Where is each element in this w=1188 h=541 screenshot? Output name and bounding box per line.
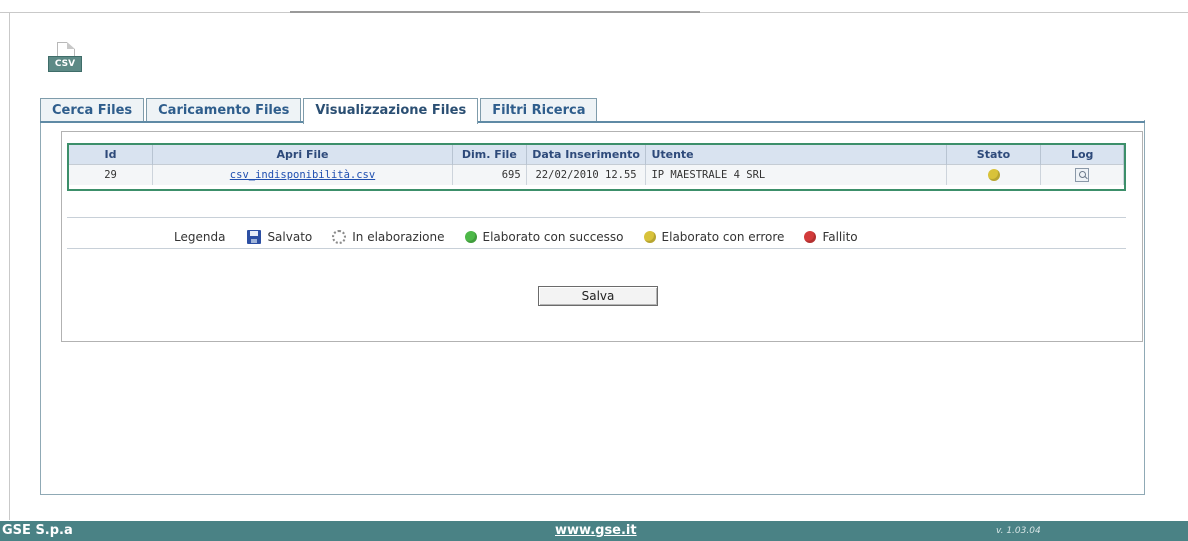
red-dot-icon xyxy=(804,231,817,243)
floppy-disk-icon xyxy=(247,230,262,244)
tab-bar: Cerca Files Caricamento Files Visualizza… xyxy=(40,98,599,124)
cell-file: csv_indisponibilità.csv xyxy=(152,163,453,185)
table-row: 29 csv_indisponibilità.csv 695 22/02/201… xyxy=(69,163,1124,185)
tab-bar-underline xyxy=(40,121,1145,123)
footer-website-link[interactable]: www.gse.it xyxy=(555,521,637,541)
tab-visualizzazione-files[interactable]: Visualizzazione Files xyxy=(303,98,479,124)
grid-header-row: Id Apri File Dim. File Data Inserimento … xyxy=(69,145,1124,164)
yellow-dot-icon xyxy=(643,231,656,243)
save-button[interactable]: Salva xyxy=(538,286,658,306)
column-header-id[interactable]: Id xyxy=(69,145,154,164)
spinner-icon xyxy=(332,230,347,244)
legend-item-label: Elaborato con errore xyxy=(661,230,785,244)
legend-item-successo: Elaborato con successo xyxy=(464,230,624,244)
legend-label: Legenda xyxy=(174,230,226,244)
cell-date: 22/02/2010 12.55 xyxy=(526,163,647,185)
legend-item-fallito: Fallito xyxy=(804,230,858,244)
legend-item-label: Salvato xyxy=(267,230,313,244)
tab-filtri-ricerca[interactable]: Filtri Ricerca xyxy=(480,98,598,122)
green-dot-icon xyxy=(464,231,477,243)
tab-cerca-files[interactable]: Cerca Files xyxy=(40,98,145,122)
legend-item-in-elaborazione: In elaborazione xyxy=(332,230,445,244)
column-header-utente[interactable]: Utente xyxy=(645,145,947,164)
cell-user: IP MAESTRALE 4 SRL xyxy=(645,163,947,185)
top-border-segment xyxy=(290,11,700,13)
cell-log xyxy=(1040,163,1124,185)
magnifier-icon[interactable] xyxy=(1075,167,1090,182)
column-header-log[interactable]: Log xyxy=(1040,145,1124,164)
legend-bottom-divider xyxy=(67,248,1126,249)
legend-item-salvato: Salvato xyxy=(247,230,312,244)
files-grid: Id Apri File Dim. File Data Inserimento … xyxy=(67,143,1126,191)
column-header-apri-file[interactable]: Apri File xyxy=(152,145,453,164)
csv-badge-label: CSV xyxy=(48,56,82,72)
open-file-link[interactable]: csv_indisponibilità.csv xyxy=(230,169,375,181)
cell-status xyxy=(946,163,1042,185)
legend: Legenda Salvato In elaborazione Elaborat… xyxy=(174,228,878,246)
cell-size: 695 xyxy=(452,163,527,185)
csv-file-icon: CSV xyxy=(48,42,82,76)
column-header-data-inserimento[interactable]: Data Inserimento xyxy=(526,145,647,164)
legend-top-divider xyxy=(67,217,1126,218)
column-header-dim-file[interactable]: Dim. File xyxy=(452,145,527,164)
footer-version: v. 1.03.04 xyxy=(996,526,1041,536)
legend-item-errore: Elaborato con errore xyxy=(643,230,785,244)
footer-company: GSE S.p.a xyxy=(2,523,73,538)
cell-id: 29 xyxy=(69,163,154,185)
legend-item-label: In elaborazione xyxy=(352,230,445,244)
footer-bar: GSE S.p.a www.gse.it v. 1.03.04 xyxy=(0,521,1188,541)
column-header-stato[interactable]: Stato xyxy=(946,145,1042,164)
left-border xyxy=(9,12,10,520)
legend-item-label: Elaborato con successo xyxy=(482,230,624,244)
legend-item-label: Fallito xyxy=(822,230,858,244)
tab-caricamento-files[interactable]: Caricamento Files xyxy=(146,98,302,122)
status-error-icon xyxy=(987,168,1000,181)
